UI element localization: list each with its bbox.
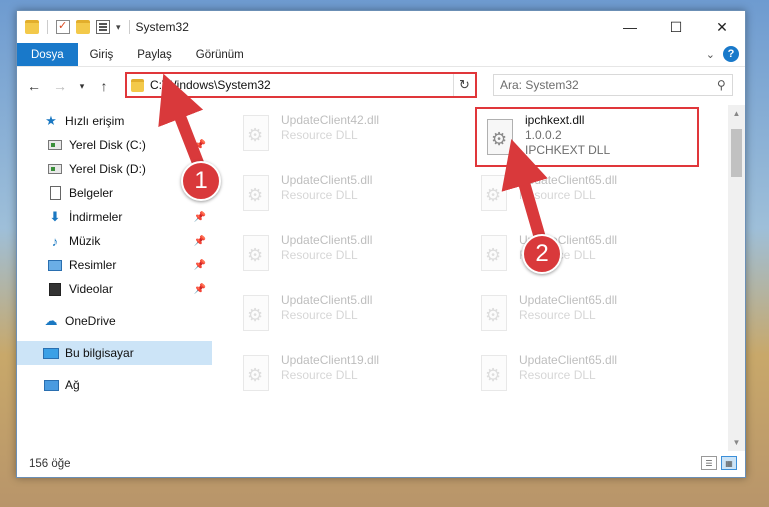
- documents-icon: [49, 186, 61, 200]
- forward-arrow-icon[interactable]: →: [49, 75, 71, 97]
- tab-view[interactable]: Görünüm: [184, 43, 256, 66]
- sidebar-item-music[interactable]: ♪ Müzik 📌: [17, 229, 212, 253]
- cloud-icon: ☁: [44, 313, 58, 328]
- scroll-up-icon[interactable]: ▲: [728, 105, 745, 122]
- list-item[interactable]: ⚙ UpdateClient5.dll Resource DLL: [233, 225, 463, 283]
- pin-icon[interactable]: 📌: [194, 212, 206, 223]
- window-title: System32: [135, 20, 189, 34]
- dll-file-icon: ⚙: [247, 125, 264, 145]
- status-bar: 156 öğe ☰ ▦: [17, 451, 745, 477]
- step-badge-1: 1: [181, 161, 221, 201]
- dll-file-icon: ⚙: [247, 305, 264, 325]
- properties-check-icon[interactable]: [56, 19, 70, 34]
- pin-icon[interactable]: 📌: [194, 284, 206, 295]
- downloads-icon: ⬇: [49, 209, 61, 224]
- list-item[interactable]: ⚙ UpdateClient65.dll Resource DLL: [471, 345, 701, 403]
- dll-file-icon: ⚙: [485, 365, 502, 385]
- sidebar-item-onedrive[interactable]: ☁ OneDrive: [17, 309, 212, 333]
- search-box[interactable]: ⚲: [493, 74, 733, 96]
- dll-file-icon: ⚙: [485, 185, 502, 205]
- search-icon[interactable]: ⚲: [717, 78, 726, 92]
- target-file-ipchkext[interactable]: ⚙ ipchkext.dll 1.0.0.2 IPCHKEXT DLL: [475, 107, 699, 167]
- pictures-icon: [48, 259, 62, 271]
- qat-dropdown-icon[interactable]: ▾: [116, 22, 121, 33]
- scroll-thumb[interactable]: [731, 129, 742, 177]
- network-icon: [43, 379, 59, 391]
- file-explorer-window: ▾ System32 — ☐ ✕ Dosya Giriş Paylaş Görü…: [16, 10, 746, 478]
- up-arrow-icon[interactable]: ↑: [93, 75, 115, 97]
- drive-icon: [48, 164, 62, 174]
- sidebar-item-local-disk-c[interactable]: Yerel Disk (C:) 📌: [17, 133, 212, 157]
- maximize-button[interactable]: ☐: [653, 11, 699, 43]
- address-path[interactable]: C:\Windows\System32: [150, 78, 453, 92]
- tab-file[interactable]: Dosya: [17, 43, 78, 66]
- properties-icon[interactable]: [96, 20, 110, 34]
- computer-icon: [43, 347, 59, 359]
- sidebar-item-quick-access[interactable]: ★ Hızlı erişim: [17, 109, 212, 133]
- pin-icon[interactable]: 📌: [194, 140, 206, 151]
- dll-file-icon: ⚙: [491, 129, 508, 149]
- tab-share[interactable]: Paylaş: [125, 43, 184, 66]
- list-item[interactable]: ⚙ UpdateClient65.dll Resource DLL: [471, 165, 701, 223]
- ribbon-tabs: Dosya Giriş Paylaş Görünüm ⌄ ?: [17, 43, 745, 67]
- title-bar: ▾ System32 — ☐ ✕: [17, 11, 745, 43]
- sidebar-item-network[interactable]: Ağ: [17, 373, 212, 397]
- refresh-icon[interactable]: ↻: [453, 74, 475, 96]
- sidebar-item-this-pc[interactable]: Bu bilgisayar: [17, 341, 212, 365]
- vertical-scrollbar[interactable]: ▲ ▼: [728, 105, 745, 451]
- sidebar-item-pictures[interactable]: Resimler 📌: [17, 253, 212, 277]
- dll-file-icon: ⚙: [485, 305, 502, 325]
- music-icon: ♪: [51, 233, 59, 249]
- dll-file-icon: ⚙: [247, 245, 264, 265]
- pin-icon[interactable]: 📌: [194, 260, 206, 271]
- file-list: ⚙ UpdateClient42.dll Resource DLL ⚙ Upda…: [212, 105, 745, 451]
- address-bar[interactable]: C:\Windows\System32 ↻: [125, 72, 477, 98]
- videos-icon: [49, 282, 61, 296]
- help-icon[interactable]: ?: [723, 46, 739, 62]
- drive-icon: [48, 140, 62, 150]
- item-count: 156 öğe: [29, 458, 71, 470]
- close-button[interactable]: ✕: [699, 11, 745, 43]
- search-input[interactable]: [500, 78, 718, 92]
- file-description: IPCHKEXT DLL: [525, 143, 611, 157]
- pin-icon[interactable]: 📌: [194, 236, 206, 247]
- dll-file-icon: ⚙: [247, 365, 264, 385]
- list-item[interactable]: ⚙ UpdateClient19.dll Resource DLL: [233, 345, 463, 403]
- new-folder-icon[interactable]: [76, 20, 90, 34]
- tab-home[interactable]: Giriş: [78, 43, 126, 66]
- large-icons-view-icon[interactable]: ▦: [721, 456, 737, 470]
- dll-file-icon: ⚙: [485, 245, 502, 265]
- navigation-pane: ★ Hızlı erişim Yerel Disk (C:) 📌 Yerel D…: [17, 105, 212, 451]
- folder-icon: [25, 20, 39, 34]
- list-item[interactable]: ⚙ UpdateClient65.dll Resource DLL: [471, 225, 701, 283]
- file-version: 1.0.0.2: [525, 128, 562, 142]
- navigation-bar: ← → ▾ ↑ C:\Windows\System32 ↻ ⚲: [17, 67, 745, 105]
- expand-ribbon-icon[interactable]: ⌄: [706, 48, 715, 61]
- file-name: ipchkext.dll: [525, 113, 585, 127]
- list-item[interactable]: ⚙ UpdateClient42.dll Resource DLL: [233, 105, 463, 163]
- sidebar-item-videos[interactable]: Videolar 📌: [17, 277, 212, 301]
- details-view-icon[interactable]: ☰: [701, 456, 717, 470]
- list-item[interactable]: ⚙ UpdateClient5.dll Resource DLL: [233, 285, 463, 343]
- star-icon: ★: [45, 113, 57, 128]
- minimize-button[interactable]: —: [607, 11, 653, 43]
- scroll-down-icon[interactable]: ▼: [728, 434, 745, 451]
- list-item[interactable]: ⚙ UpdateClient5.dll Resource DLL: [233, 165, 463, 223]
- step-badge-2: 2: [522, 234, 562, 274]
- window-controls: — ☐ ✕: [607, 11, 745, 43]
- back-arrow-icon[interactable]: ←: [23, 75, 45, 97]
- address-folder-icon: [131, 78, 144, 92]
- dll-file-icon: ⚙: [247, 185, 264, 205]
- recent-locations-chevron-icon[interactable]: ▾: [75, 75, 89, 97]
- explorer-body: ★ Hızlı erişim Yerel Disk (C:) 📌 Yerel D…: [17, 105, 745, 451]
- list-item[interactable]: ⚙ UpdateClient65.dll Resource DLL: [471, 285, 701, 343]
- sidebar-item-downloads[interactable]: ⬇ İndirmeler 📌: [17, 205, 212, 229]
- quick-access-toolbar: ▾: [17, 19, 132, 34]
